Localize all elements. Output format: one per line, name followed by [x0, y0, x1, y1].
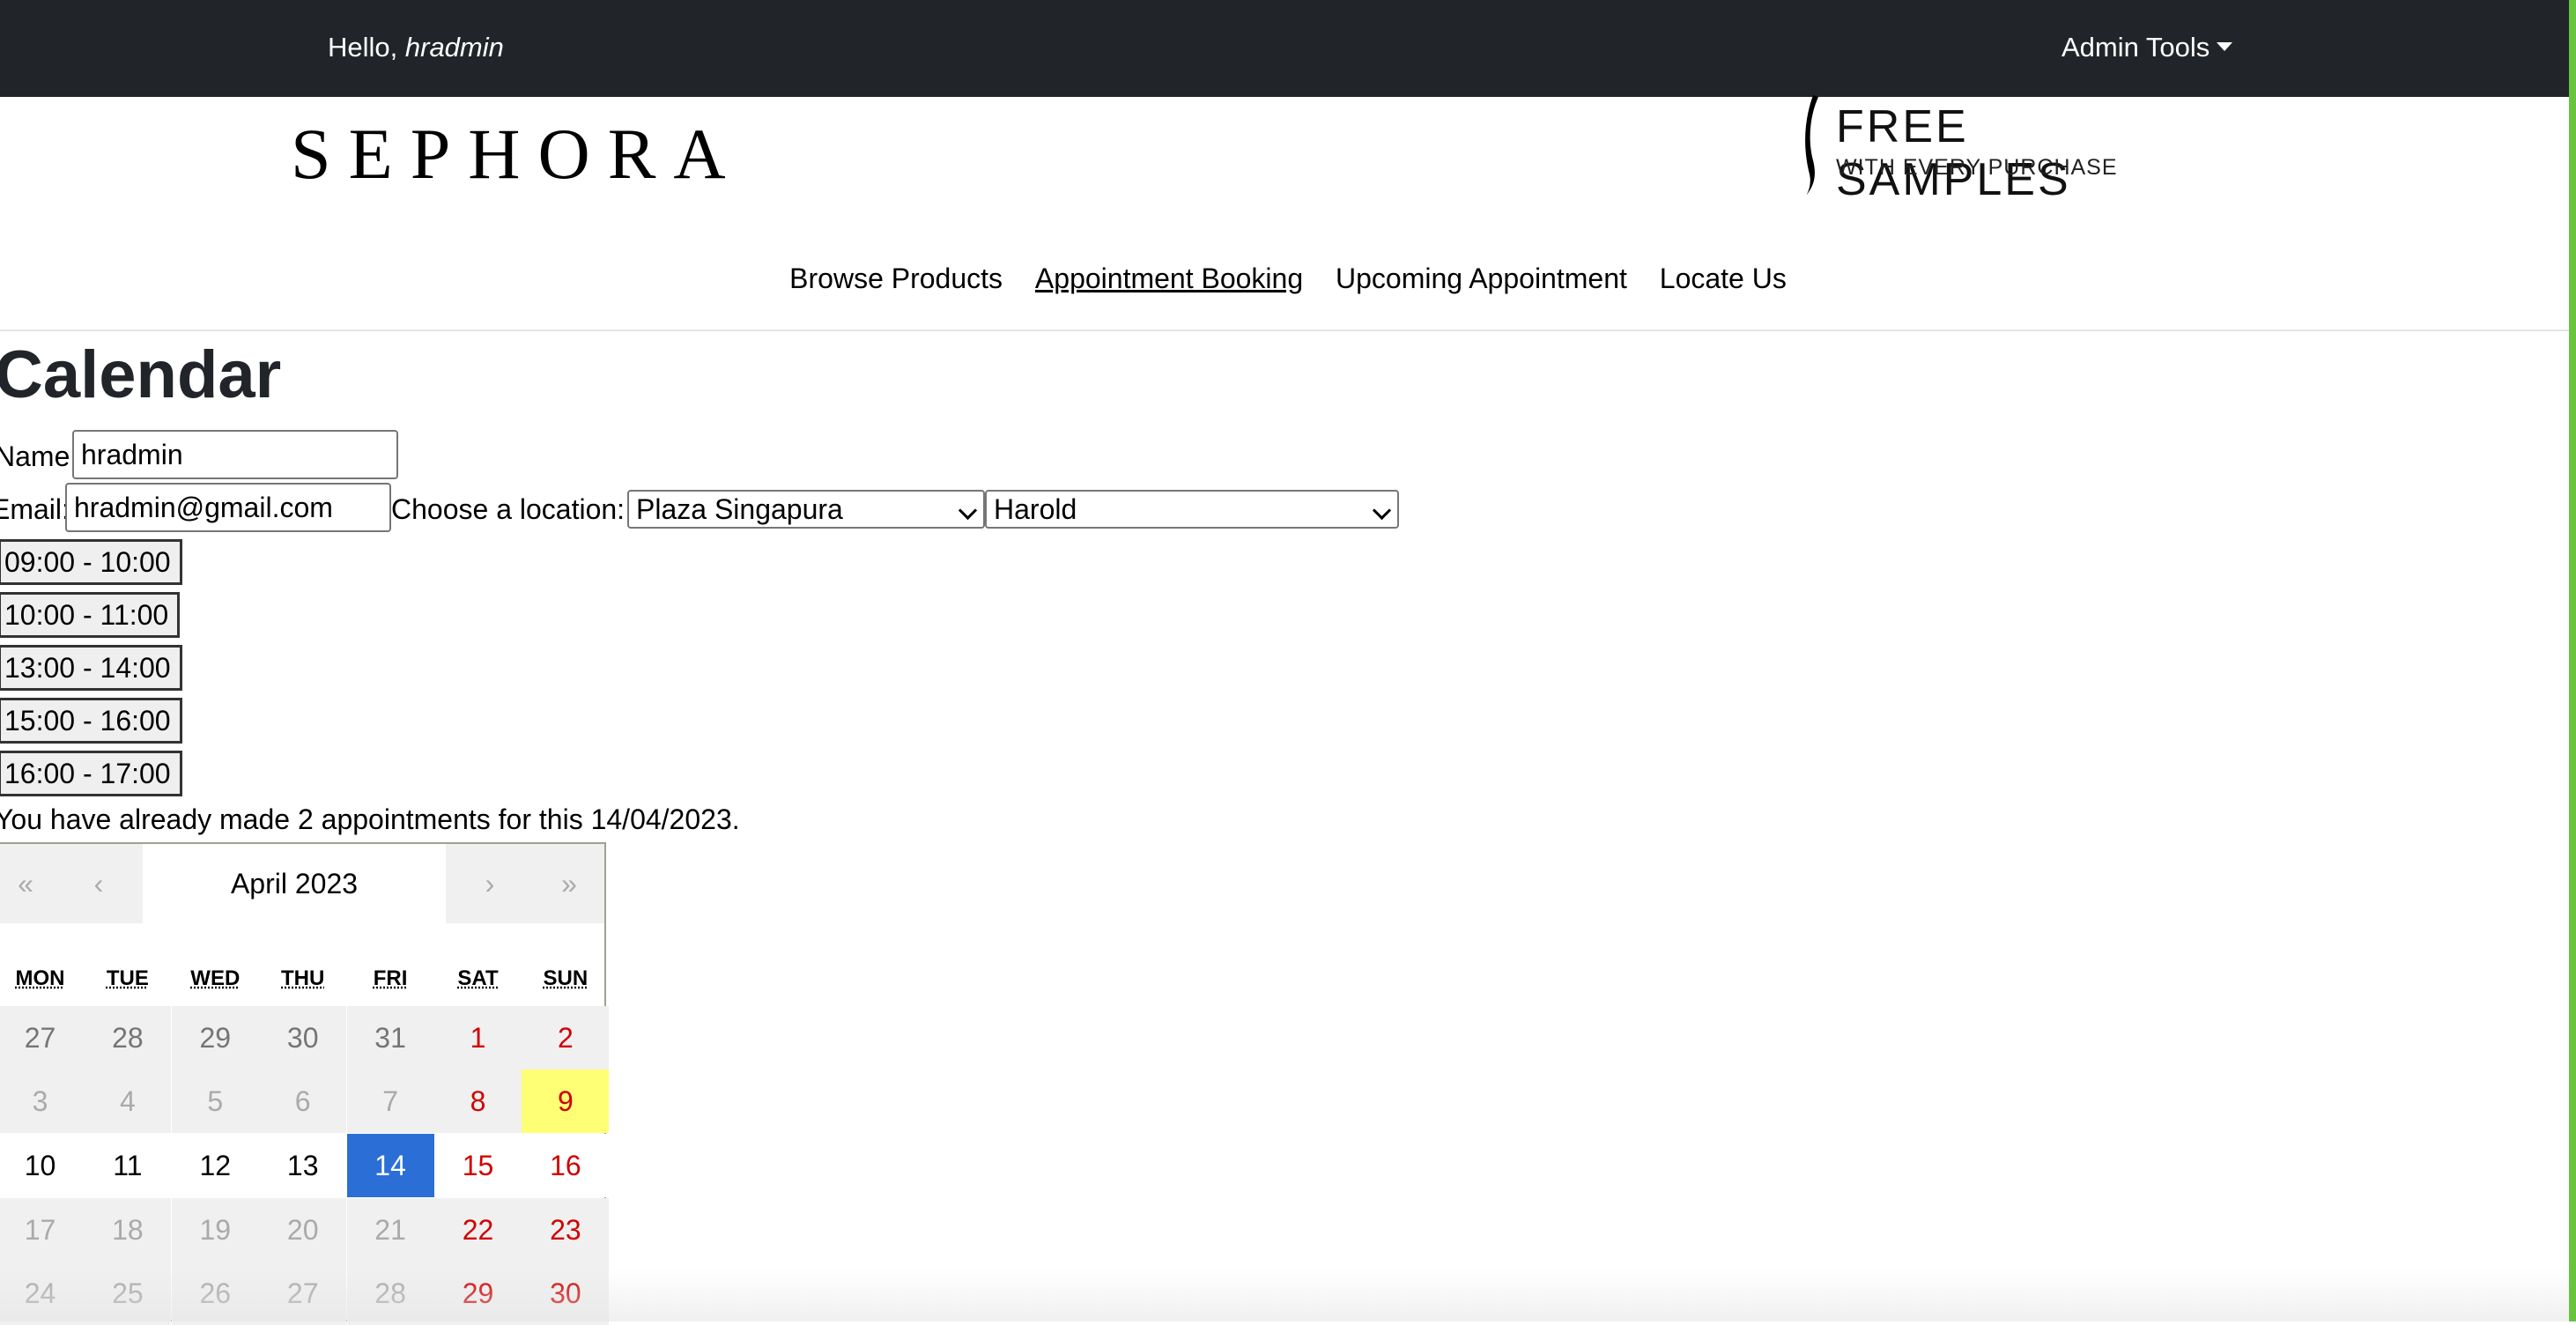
prev-year-button[interactable]: «	[0, 844, 55, 923]
nav-locate-us[interactable]: Locate Us	[1660, 263, 1787, 295]
calendar-navigation: « ‹ April 2023 › »	[0, 844, 604, 923]
calendar-day[interactable]: 27	[259, 1262, 347, 1325]
chevron-down-icon	[958, 500, 978, 521]
month-label[interactable]: April 2023	[143, 844, 446, 923]
calendar-day[interactable]: 13	[259, 1134, 347, 1197]
calendar-day[interactable]: 11	[84, 1134, 172, 1197]
calendar-day[interactable]: 7	[346, 1070, 434, 1133]
time-slot-button[interactable]: 09:00 - 10:00	[0, 539, 182, 585]
calendar-day[interactable]: 3	[0, 1070, 84, 1133]
calendar-day[interactable]: 25	[84, 1262, 172, 1325]
calendar-day[interactable]: 31	[346, 1006, 434, 1070]
calendar-day[interactable]: 18	[84, 1198, 172, 1262]
prev-month-button[interactable]: ‹	[55, 844, 143, 923]
calendar-day[interactable]: 14	[346, 1134, 434, 1197]
nav-browse-products[interactable]: Browse Products	[789, 263, 1003, 295]
calendar-day[interactable]: 23	[522, 1198, 610, 1262]
promo-title: FREE SAMPLES	[1836, 101, 2071, 205]
main-nav: Browse Products Appointment Booking Upco…	[0, 263, 2576, 298]
time-slot-button[interactable]: 13:00 - 14:00	[0, 645, 182, 691]
admin-tools-label: Admin Tools	[2062, 32, 2210, 63]
email-input[interactable]	[65, 483, 391, 532]
greeting-username: hradmin	[404, 32, 504, 63]
greeting: Hello, hradmin	[328, 32, 504, 63]
calendar-day[interactable]: 24	[0, 1262, 84, 1325]
calendar-day[interactable]: 27	[0, 1006, 84, 1070]
calendar-day[interactable]: 9	[522, 1070, 610, 1133]
calendar-day[interactable]: 4	[84, 1070, 172, 1133]
calendar-day[interactable]: 21	[346, 1198, 434, 1262]
sephora-logo[interactable]: SEPHORA	[291, 113, 744, 196]
calendar-day[interactable]: 17	[0, 1198, 84, 1262]
greeting-prefix: Hello,	[328, 32, 405, 63]
calendar-day[interactable]: 2	[522, 1006, 610, 1070]
email-label: Email:	[0, 493, 70, 525]
calendar-widget: « ‹ April 2023 › » MON TUE WED THU FRI SAT SUN…	[0, 842, 610, 1325]
calendar-day[interactable]: 16	[522, 1134, 610, 1197]
next-year-button[interactable]: »	[534, 844, 604, 923]
calendar-day[interactable]: 12	[171, 1134, 259, 1197]
calendar-day[interactable]: 30	[259, 1006, 347, 1070]
next-month-button[interactable]: ›	[446, 844, 534, 923]
swoosh-icon	[1805, 95, 1818, 196]
time-slot-button[interactable]: 10:00 - 11:00	[0, 592, 181, 638]
admin-tools-dropdown[interactable]: Admin Tools	[2062, 32, 2233, 63]
staff-select[interactable]: Harold	[985, 490, 1399, 529]
caret-down-icon	[2217, 42, 2233, 51]
calendar-day[interactable]: 15	[434, 1134, 522, 1197]
time-slot-button[interactable]: 16:00 - 17:00	[0, 751, 182, 796]
promo-subtitle: WITH EVERY PURCHASE	[1836, 155, 2118, 180]
location-select-value: Plaza Singapura	[636, 493, 843, 525]
calendar-day[interactable]: 28	[84, 1006, 172, 1070]
nav-appointment-booking[interactable]: Appointment Booking	[1035, 263, 1303, 295]
location-select[interactable]: Plaza Singapura	[627, 490, 985, 529]
appointment-notice: You have already made 2 appointments for…	[0, 803, 740, 835]
calendar-day[interactable]: 10	[0, 1134, 84, 1197]
calendar-day[interactable]: 26	[171, 1262, 259, 1325]
header-divider	[0, 329, 2569, 331]
calendar-day[interactable]: 6	[259, 1070, 347, 1133]
nav-upcoming-appointment[interactable]: Upcoming Appointment	[1336, 263, 1627, 295]
calendar-day[interactable]: 20	[259, 1198, 347, 1262]
page-title: Calendar	[0, 337, 282, 412]
calendar-day[interactable]: 5	[171, 1070, 259, 1133]
calendar-day[interactable]: 29	[171, 1006, 259, 1070]
calendar-day[interactable]: 22	[434, 1198, 522, 1262]
top-navbar: Hello, hradmin Admin Tools	[0, 0, 2576, 97]
right-edge-bar	[2569, 0, 2576, 1321]
staff-select-value: Harold	[994, 493, 1077, 525]
free-samples-banner: FREE SAMPLES WITH EVERY PURCHASE	[1797, 93, 2185, 205]
location-label: Choose a location:	[391, 493, 625, 525]
time-slot-button[interactable]: 15:00 - 16:00	[0, 698, 182, 744]
chevron-down-icon	[1372, 500, 1392, 521]
calendar-day[interactable]: 19	[171, 1198, 259, 1262]
calendar-day[interactable]: 8	[434, 1070, 522, 1133]
calendar-day[interactable]: 30	[522, 1262, 610, 1325]
calendar-day[interactable]: 1	[434, 1006, 522, 1070]
name-input[interactable]	[72, 430, 398, 479]
name-label: Name:	[0, 440, 78, 472]
calendar-day[interactable]: 29	[434, 1262, 522, 1325]
calendar-day[interactable]: 28	[346, 1262, 434, 1325]
